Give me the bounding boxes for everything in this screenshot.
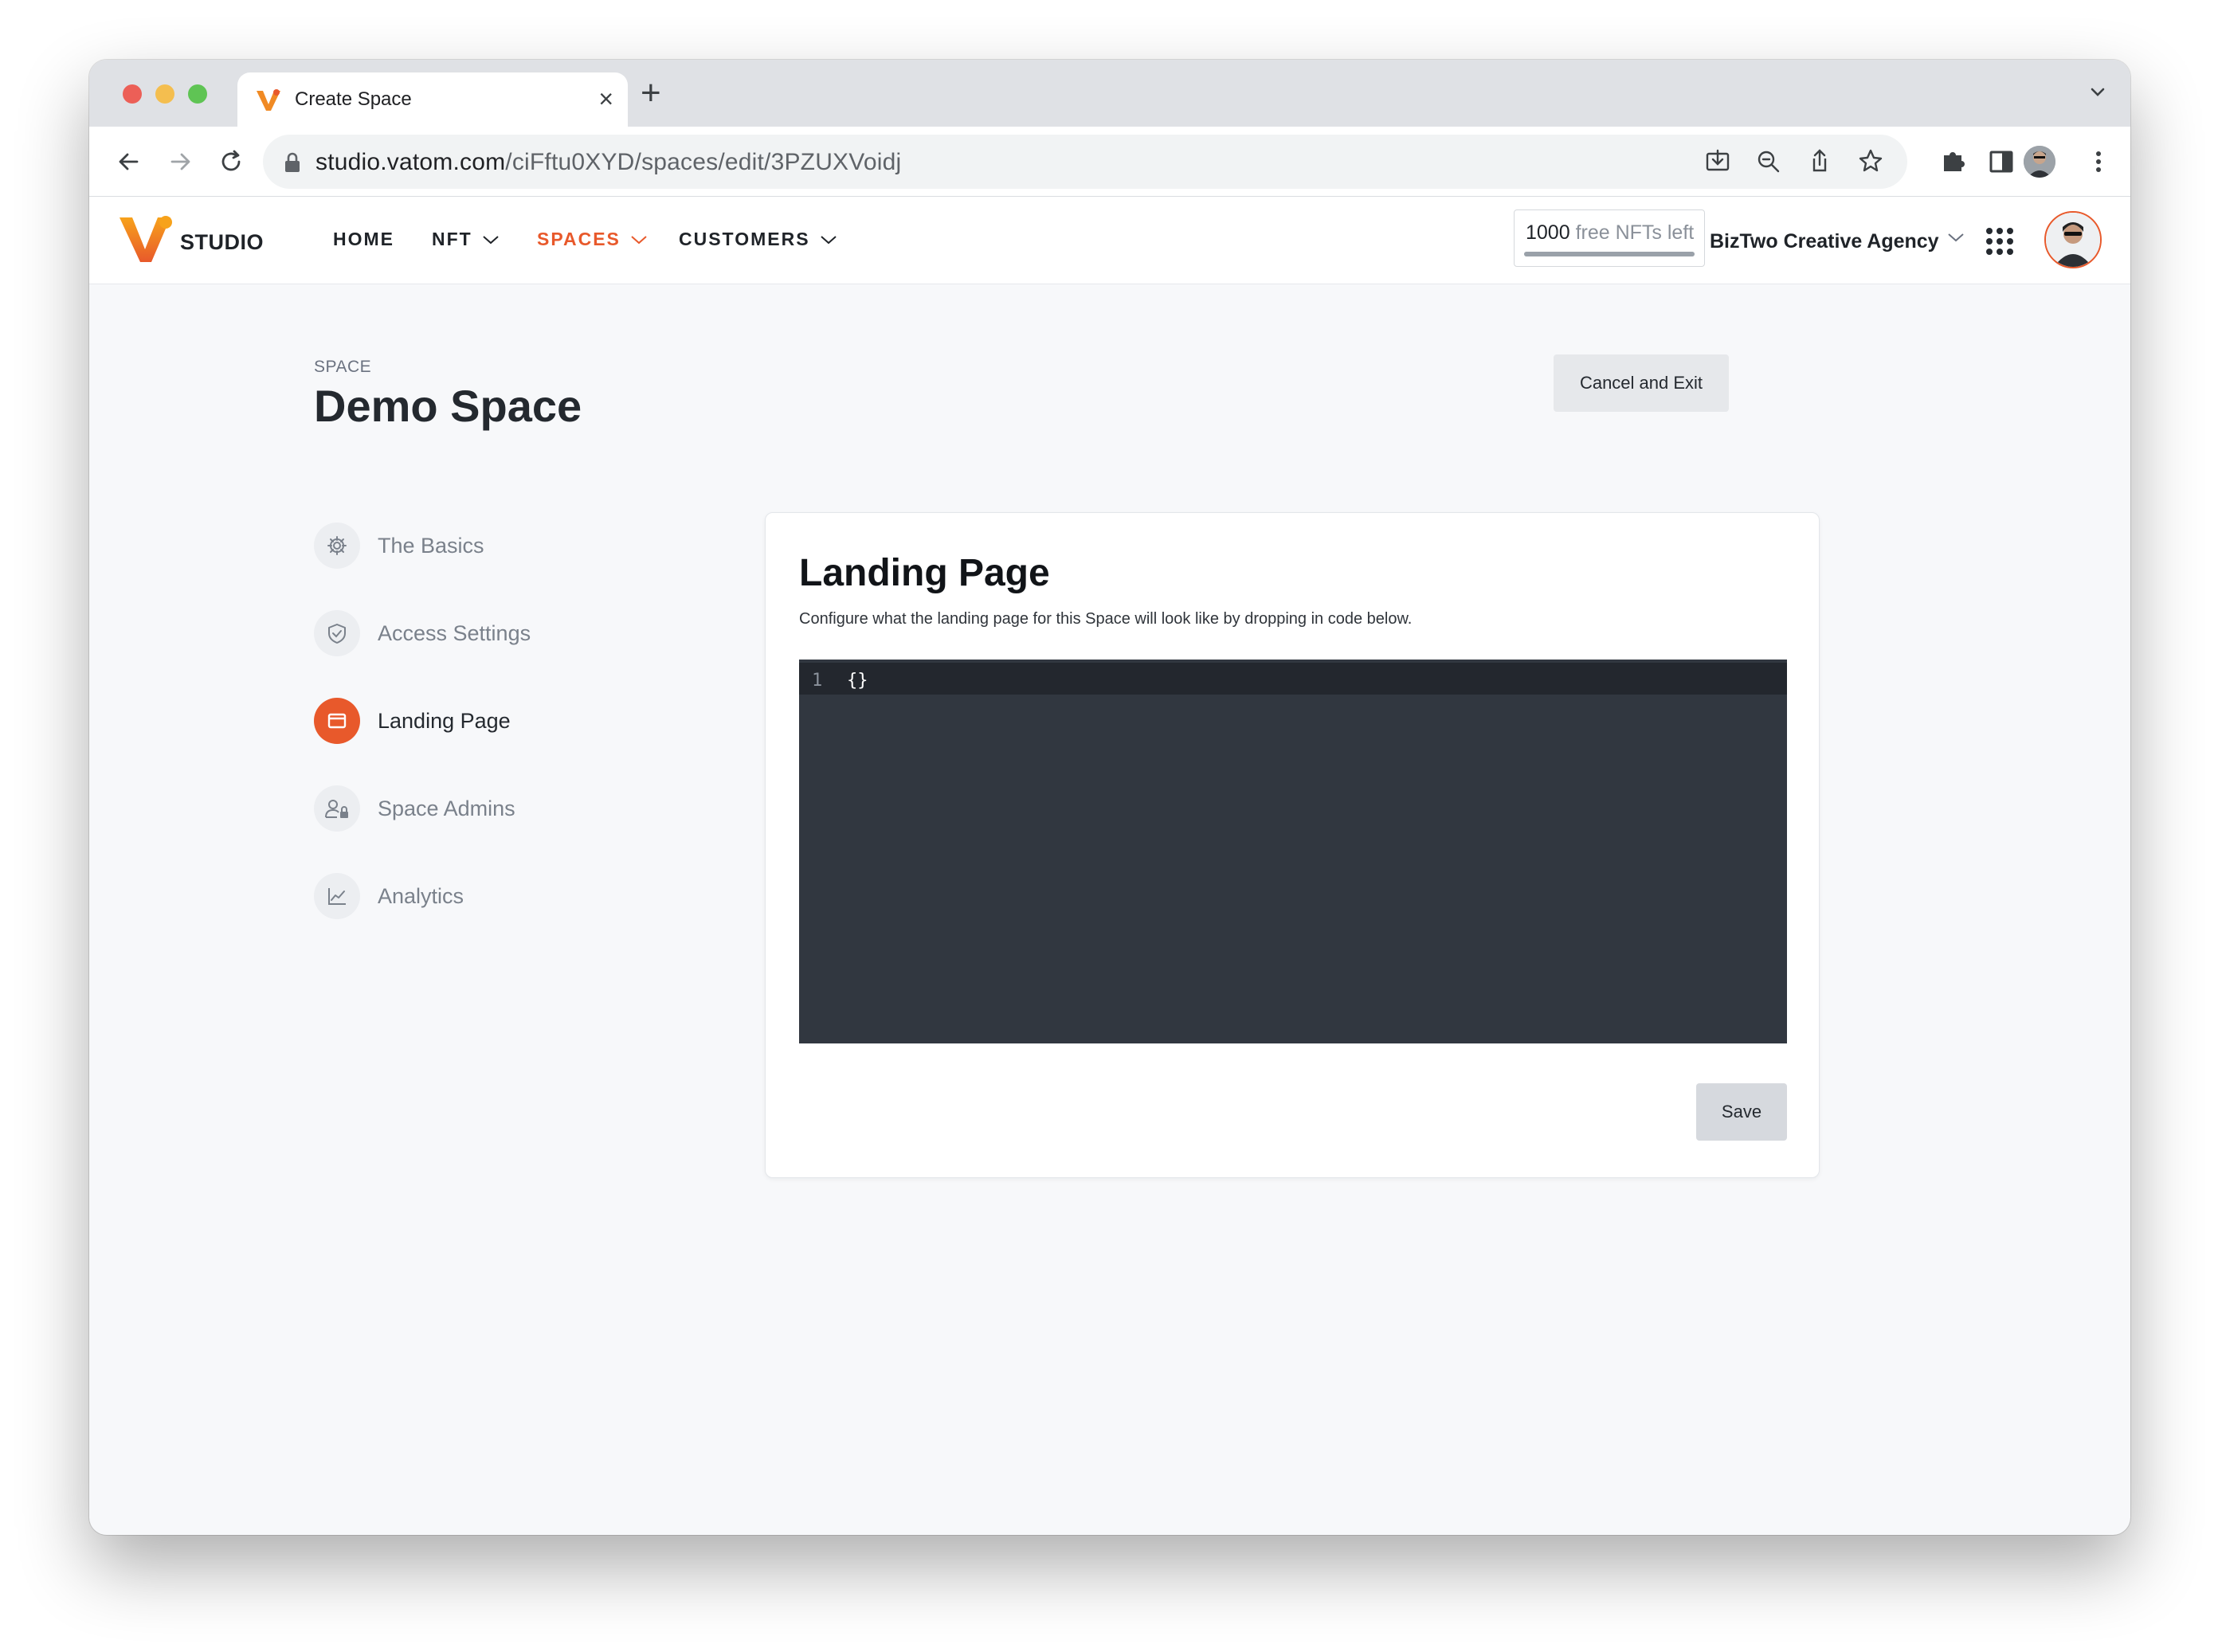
- free-nft-counter: 1000 free NFTs left: [1514, 209, 1705, 267]
- minimize-window-button[interactable]: [155, 84, 174, 104]
- apps-grid-icon[interactable]: [1985, 227, 2014, 256]
- step-label: The Basics: [378, 533, 484, 558]
- app-header: STUDIO HOME NFT SPACES CUSTOMERS 1000 fr…: [89, 197, 2130, 284]
- card-description: Configure what the landing page for this…: [799, 610, 1413, 628]
- chevron-down-icon[interactable]: [1947, 232, 1965, 243]
- nft-counter-text: 1000 free NFTs left: [1526, 221, 1694, 245]
- url-host: studio.vatom.com: [315, 149, 506, 175]
- step-space-admins[interactable]: Space Admins: [314, 785, 664, 832]
- zoom-out-icon[interactable]: [1753, 146, 1785, 178]
- share-icon[interactable]: [1804, 146, 1836, 178]
- nav-spaces-label: SPACES: [537, 229, 621, 249]
- close-window-button[interactable]: [123, 84, 142, 104]
- step-landing-page[interactable]: Landing Page: [314, 697, 664, 745]
- vatom-favicon-icon: [257, 89, 280, 111]
- back-arrow-icon[interactable]: [112, 144, 147, 179]
- shield-check-icon: [314, 610, 360, 656]
- nav-nft[interactable]: NFT: [432, 229, 500, 250]
- step-access-settings[interactable]: Access Settings: [314, 609, 664, 657]
- chevron-down-icon: [820, 235, 837, 244]
- browser-tab[interactable]: Create Space ×: [237, 72, 628, 127]
- lock-icon: [285, 152, 300, 172]
- chevron-down-icon: [483, 235, 499, 244]
- tab-strip: Create Space × +: [89, 60, 2130, 127]
- card-title: Landing Page: [799, 552, 1050, 594]
- gear-icon: [314, 523, 360, 569]
- editor-active-line: 1 {}: [799, 663, 1787, 695]
- nav-nft-label: NFT: [432, 229, 472, 249]
- browser-profile-avatar[interactable]: [2024, 146, 2055, 178]
- maximize-window-button[interactable]: [188, 84, 207, 104]
- browser-toolbar: studio.vatom.com/ciFftu0XYD/spaces/edit/…: [89, 127, 2130, 197]
- line-number: 1: [812, 671, 823, 691]
- user-avatar[interactable]: [2044, 211, 2102, 268]
- user-lock-icon: [314, 785, 360, 832]
- forward-arrow-icon[interactable]: [163, 144, 198, 179]
- step-the-basics[interactable]: The Basics: [314, 522, 664, 570]
- organization-switcher[interactable]: BizTwo Creative Agency: [1710, 230, 1939, 253]
- browser-menu-icon[interactable]: [2081, 144, 2116, 179]
- address-bar[interactable]: studio.vatom.com/ciFftu0XYD/spaces/edit/…: [263, 135, 1907, 189]
- nav-home[interactable]: HOME: [333, 229, 394, 250]
- logo-text[interactable]: STUDIO: [180, 230, 264, 255]
- page-eyebrow: SPACE: [314, 358, 372, 376]
- browser-window: Create Space × + studio.vatom.com/ciFftu…: [89, 60, 2130, 1535]
- url-path: /ciFftu0XYD/spaces/edit/3PZUXVoidj: [505, 149, 902, 175]
- nft-count: 1000: [1526, 221, 1570, 244]
- side-panel-icon[interactable]: [1984, 144, 2019, 179]
- code-editor[interactable]: 1 {}: [799, 660, 1787, 1043]
- step-label: Analytics: [378, 883, 464, 908]
- nft-progress-bar: [1524, 252, 1695, 256]
- nft-count-label: free NFTs left: [1575, 221, 1695, 244]
- nav-spaces[interactable]: SPACES: [537, 229, 648, 250]
- reload-icon[interactable]: [214, 144, 249, 179]
- nav-customers-label: CUSTOMERS: [679, 229, 810, 249]
- extensions-puzzle-icon[interactable]: [1936, 144, 1971, 179]
- install-app-icon[interactable]: [1702, 146, 1734, 178]
- browser-window-icon: [314, 698, 360, 744]
- close-tab-icon[interactable]: ×: [598, 83, 613, 115]
- step-label: Space Admins: [378, 796, 515, 820]
- line-chart-icon: [314, 873, 360, 919]
- code-content[interactable]: {}: [847, 671, 868, 691]
- new-tab-icon[interactable]: +: [641, 76, 661, 111]
- step-analytics[interactable]: Analytics: [314, 872, 664, 920]
- tab-title: Create Space: [295, 88, 412, 110]
- step-label: Access Settings: [378, 620, 531, 645]
- nav-customers[interactable]: CUSTOMERS: [679, 229, 837, 250]
- save-button[interactable]: Save: [1696, 1083, 1787, 1141]
- page-title: Demo Space: [314, 381, 582, 431]
- nav-home-label: HOME: [333, 229, 394, 249]
- chevron-down-icon: [631, 235, 647, 244]
- step-label: Landing Page: [378, 708, 511, 733]
- cancel-and-exit-button[interactable]: Cancel and Exit: [1554, 354, 1729, 412]
- vatom-logo-icon[interactable]: [118, 214, 175, 265]
- url-text: studio.vatom.com/ciFftu0XYD/spaces/edit/…: [315, 149, 901, 176]
- chevron-down-icon[interactable]: [2086, 80, 2110, 104]
- bookmark-star-icon[interactable]: [1855, 146, 1887, 178]
- nft-progress-fill: [1524, 252, 1695, 256]
- landing-page-card: Landing Page Configure what the landing …: [765, 512, 1820, 1178]
